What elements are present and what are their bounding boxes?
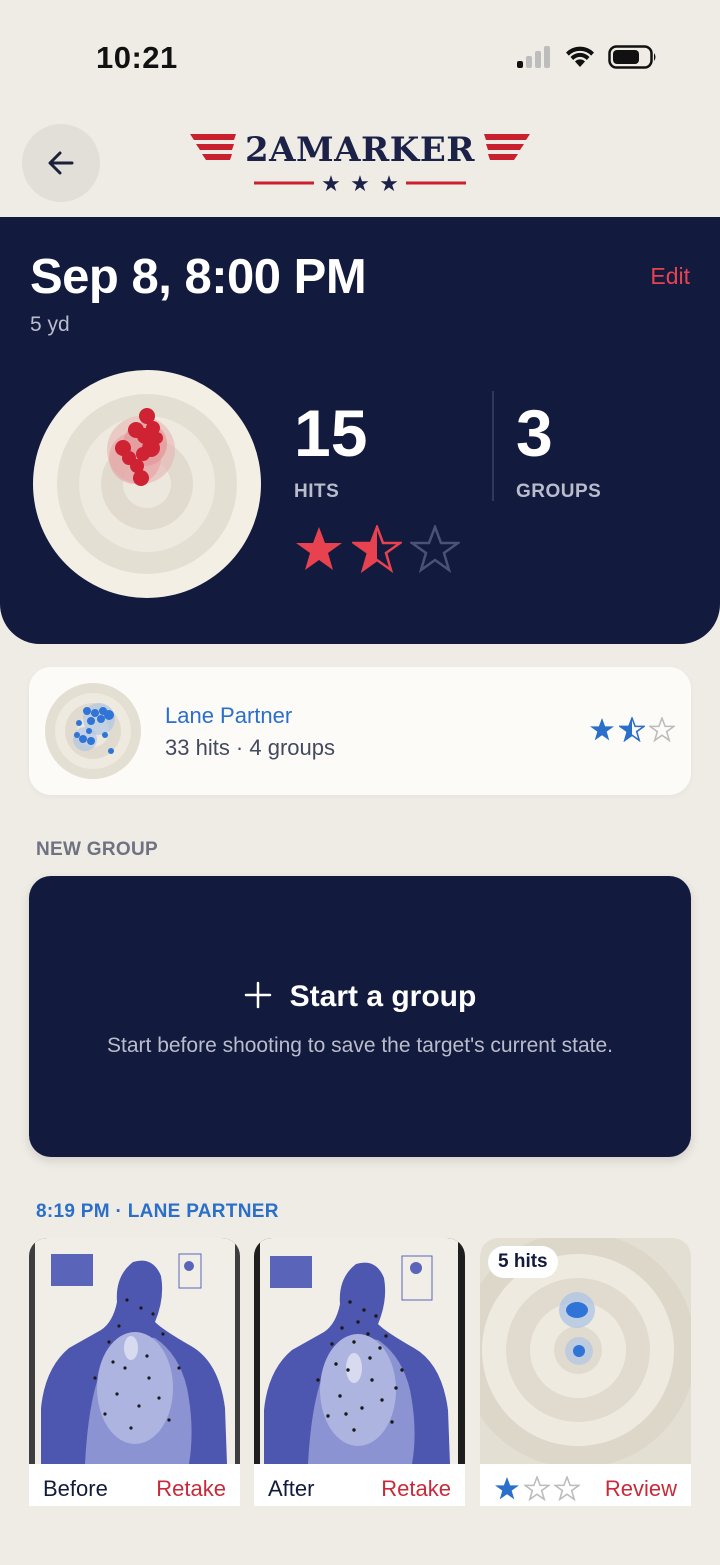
review-group-tile[interactable]: 5 hits Review	[480, 1238, 691, 1506]
battery-icon	[608, 45, 656, 69]
group-history-label: 8:19 PM · LANE PARTNER	[36, 1201, 279, 1222]
target-photo-after	[254, 1238, 465, 1464]
partner-card[interactable]: Lane Partner 33 hits · 4 groups	[29, 667, 691, 795]
star-filled-icon	[296, 527, 342, 570]
groups-label: GROUPS	[516, 481, 602, 502]
new-group-section-label: NEW GROUP	[36, 839, 158, 860]
app-logo: ★ ★ ★ 2AMARKER	[190, 130, 530, 200]
app-header: ★ ★ ★ 2AMARKER	[0, 110, 720, 217]
stat-divider	[492, 391, 494, 501]
star-half-icon	[619, 717, 645, 742]
before-photo-tile[interactable]: Before Retake	[29, 1238, 240, 1506]
star-half-icon	[352, 525, 402, 573]
session-summary: Sep 8, 8:00 PM 5 yd Edit 15 HITS 3 GROUP…	[0, 217, 720, 644]
star-empty-icon	[554, 1476, 580, 1501]
status-bar: 10:21	[0, 0, 720, 110]
arrow-left-icon	[48, 151, 74, 175]
group-rating	[494, 1476, 580, 1501]
wifi-icon	[566, 46, 594, 67]
partner-meta: 33 hits · 4 groups	[165, 735, 335, 760]
start-group-title: Start a group	[29, 980, 691, 1014]
tile-footer: After Retake	[254, 1464, 465, 1506]
status-time: 10:21	[96, 40, 178, 75]
status-icons	[516, 44, 658, 70]
retake-button[interactable]: Retake	[156, 1476, 226, 1502]
hits-count: 15	[294, 396, 368, 470]
session-rating	[294, 525, 460, 573]
edit-button[interactable]: Edit	[650, 263, 690, 290]
bottom-area	[0, 1506, 720, 1565]
hits-badge: 5 hits	[488, 1246, 558, 1278]
back-button[interactable]	[22, 124, 100, 202]
session-target-icon	[33, 370, 261, 598]
hits-label: HITS	[294, 481, 340, 502]
partner-rating	[589, 717, 675, 742]
target-photo-before	[29, 1238, 240, 1464]
star-empty-icon	[410, 525, 460, 573]
cellular-signal-icon	[517, 46, 550, 68]
star-filled-icon	[590, 718, 614, 741]
start-group-label: Start a group	[289, 980, 477, 1013]
session-distance: 5 yd	[30, 313, 70, 336]
partner-name: Lane Partner	[165, 703, 293, 728]
tile-footer: Review	[480, 1464, 691, 1506]
star-filled-icon	[495, 1477, 519, 1500]
tile-label: Before	[43, 1476, 108, 1501]
svg-text:★: ★	[321, 172, 341, 197]
svg-text:★: ★	[350, 172, 370, 197]
partner-target-icon	[45, 683, 141, 779]
start-group-button[interactable]: Start a group Start before shooting to s…	[29, 876, 691, 1157]
tile-label: After	[268, 1476, 315, 1501]
svg-text:★: ★	[379, 172, 399, 197]
tile-footer: Before Retake	[29, 1464, 240, 1506]
start-group-description: Start before shooting to save the target…	[107, 1034, 613, 1057]
session-title: Sep 8, 8:00 PM	[30, 250, 367, 304]
plus-icon	[244, 981, 271, 1009]
logo-text: 2AMARKER	[244, 130, 476, 170]
review-button[interactable]: Review	[605, 1476, 677, 1502]
star-empty-icon	[524, 1476, 550, 1501]
after-photo-tile[interactable]: After Retake	[254, 1238, 465, 1506]
retake-button[interactable]: Retake	[381, 1476, 451, 1502]
star-empty-icon	[649, 717, 675, 742]
groups-count: 3	[516, 396, 553, 470]
